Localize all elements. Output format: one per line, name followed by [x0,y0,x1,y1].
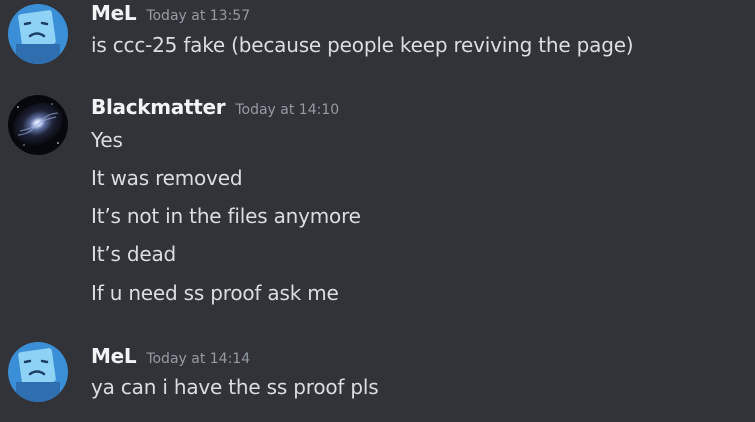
galaxy-avatar-icon [8,95,68,155]
message-text: ya can i have the ss proof pls [91,375,379,399]
user-avatar-mel[interactable] [8,4,68,64]
blue-square-face-avatar-icon [8,4,68,64]
timestamp[interactable]: Today at 14:10 [235,102,339,118]
username[interactable]: Blackmatter [91,95,226,119]
message-text: If u need ss proof ask me [91,281,339,305]
message-header: MeL Today at 14:14 [91,344,250,368]
message-text: Yes [91,128,123,152]
message-header: Blackmatter Today at 14:10 [91,95,339,119]
blue-square-face-avatar-icon [8,342,68,402]
username[interactable]: MeL [91,1,137,25]
username[interactable]: MeL [91,344,137,368]
user-avatar-mel[interactable] [8,342,68,402]
message-text: is ccc-25 fake (because people keep revi… [91,33,634,57]
timestamp[interactable]: Today at 14:14 [146,351,250,367]
user-avatar-blackmatter[interactable] [8,95,68,155]
message-text: It’s not in the files anymore [91,204,361,228]
timestamp[interactable]: Today at 13:57 [146,8,250,24]
message-header: MeL Today at 13:57 [91,1,250,25]
chat-message-list: MeL Today at 13:57 is ccc-25 fake (becaus… [0,0,755,422]
message-text: It’s dead [91,242,177,266]
message-text: It was removed [91,166,243,190]
